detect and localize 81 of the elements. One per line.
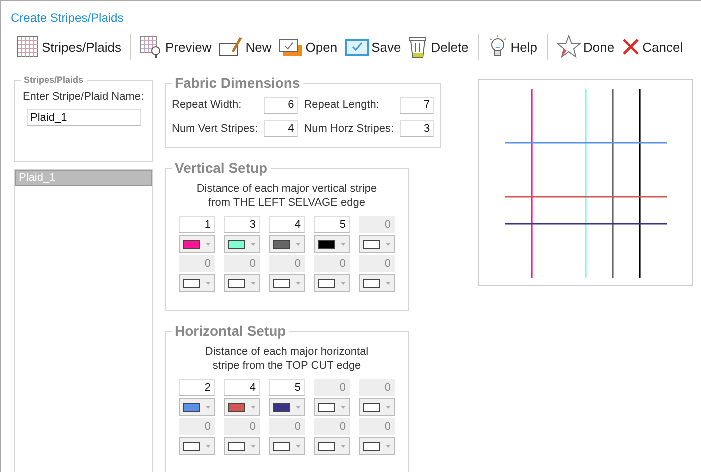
color-dropdown[interactable] [314, 235, 350, 253]
color-dropdown[interactable] [314, 274, 350, 292]
field-label: Enter Stripe/Plaid Name: [22, 91, 144, 103]
section-title: Stripes/Plaids [23, 75, 85, 85]
field-label: Num Vert Stripes: [172, 122, 258, 135]
color-dropdown[interactable] [269, 437, 305, 455]
toolbar-button[interactable]: Done [554, 35, 617, 59]
toolbar-button[interactable]: Preview [138, 36, 214, 58]
number-field[interactable]: 4 [264, 120, 298, 138]
color-dropdown[interactable] [269, 274, 305, 292]
caret-icon [296, 282, 301, 284]
section-title: Vertical Setup [174, 160, 269, 176]
caret-icon [386, 282, 391, 284]
color-dropdown[interactable] [269, 235, 305, 253]
caret-icon [386, 444, 391, 448]
distance-field[interactable]: 1 [179, 216, 215, 233]
caret-icon [296, 444, 301, 448]
pencil-paper-icon [218, 36, 243, 58]
caret-icon [251, 282, 256, 284]
checkmark-screen-icon [344, 36, 369, 58]
color-dropdown[interactable] [179, 398, 215, 416]
section-title: Fabric Dimensions [174, 75, 302, 91]
color-dropdown[interactable] [359, 274, 395, 292]
description-text: Distance of each major vertical stripe from THE LEFT SELVAGE edge [196, 182, 378, 210]
caret-icon [206, 406, 211, 408]
caret-icon [251, 242, 256, 246]
caret-icon [206, 282, 211, 284]
close-icon [622, 38, 640, 56]
toolbar-button[interactable]: Delete [406, 35, 471, 59]
color-dropdown[interactable] [359, 398, 395, 416]
distance-field[interactable]: 2 [179, 379, 215, 396]
toolbar-button[interactable]: Save [342, 36, 404, 58]
distance-field[interactable]: 4 [224, 379, 260, 396]
field-label: Repeat Width: [172, 99, 243, 112]
grid-icon [17, 36, 39, 58]
field-label: Repeat Length: [304, 99, 380, 112]
name-field[interactable]: Plaid_1 [26, 109, 140, 126]
caret-icon [251, 444, 256, 448]
description-text: Distance of each major horizontal stripe from the TOP CUT edge [205, 345, 369, 373]
section-title: Horizontal Setup [174, 323, 288, 339]
distance-field[interactable]: 3 [224, 216, 260, 233]
caret-icon [296, 406, 301, 408]
color-dropdown[interactable] [179, 437, 215, 455]
color-dropdown[interactable] [314, 437, 350, 455]
distance-field[interactable]: 5 [269, 379, 305, 396]
toolbar-button[interactable]: New [216, 36, 274, 58]
toolbar-button[interactable]: Stripes/Plaids [15, 36, 124, 58]
caret-icon [296, 242, 301, 246]
caret-icon [341, 242, 346, 246]
color-dropdown[interactable] [179, 274, 215, 292]
window-title: Create Stripes/Plaids [10, 10, 124, 25]
caret-icon [206, 444, 211, 448]
color-dropdown[interactable] [224, 274, 260, 292]
star-icon [556, 35, 581, 59]
distance-field[interactable]: 4 [269, 216, 305, 233]
color-dropdown[interactable] [179, 235, 215, 253]
caret-icon [251, 406, 256, 408]
caret-icon [341, 444, 346, 448]
color-dropdown[interactable] [314, 398, 350, 416]
trash-icon [408, 35, 428, 59]
color-dropdown[interactable] [224, 437, 260, 455]
color-dropdown[interactable] [359, 235, 395, 253]
color-dropdown[interactable] [224, 398, 260, 416]
number-field[interactable]: 3 [400, 120, 434, 138]
caret-icon [386, 242, 391, 246]
color-dropdown[interactable] [359, 437, 395, 455]
caret-icon [386, 406, 391, 408]
toolbar-button[interactable]: Cancel [620, 38, 686, 56]
lightbulb-icon [488, 35, 508, 59]
number-field[interactable]: 7 [400, 96, 434, 114]
distance-field[interactable]: 5 [314, 216, 350, 233]
caret-icon [341, 406, 346, 408]
caret-icon [341, 282, 346, 284]
number-field[interactable]: 6 [264, 96, 298, 114]
toolbar-button[interactable]: Help [486, 35, 540, 59]
field-label: Num Horz Stripes: [304, 122, 394, 135]
caret-icon [206, 242, 211, 246]
toolbar-button[interactable]: Open [276, 36, 340, 58]
color-dropdown[interactable] [269, 398, 305, 416]
grid-magnifier-icon [140, 36, 162, 58]
color-dropdown[interactable] [224, 235, 260, 253]
